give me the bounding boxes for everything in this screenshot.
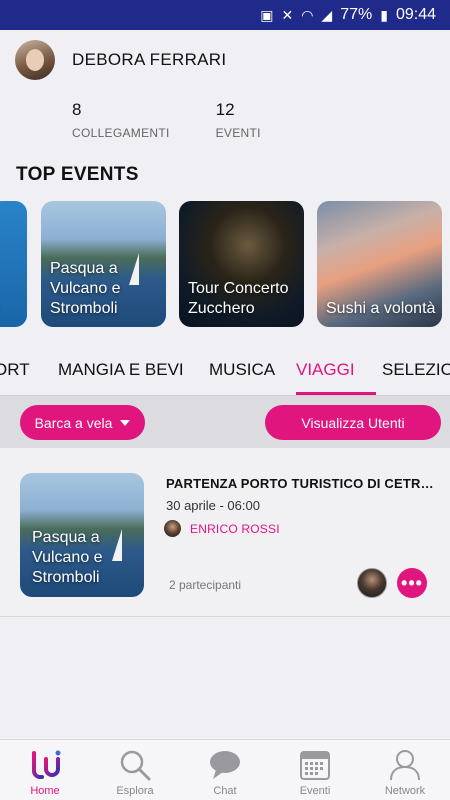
nav-label: Eventi bbox=[299, 785, 331, 797]
nav-home[interactable]: Home bbox=[0, 740, 90, 800]
event-card[interactable]: Tour Concerto Zucchero bbox=[179, 201, 304, 327]
status-bar: ▣ ✕ ◠ ◢ 77% ▮ 09:44 bbox=[0, 0, 450, 30]
nav-label: Network bbox=[384, 785, 426, 797]
signal-icon: ◢ bbox=[321, 6, 333, 23]
stat-value: 8 bbox=[72, 100, 82, 119]
tab-viaggi[interactable]: VIAGGI bbox=[296, 360, 355, 380]
stat-label: COLLEGAMENTI bbox=[72, 126, 170, 140]
tab-selezione[interactable]: SELEZIO bbox=[382, 360, 450, 380]
stat-label: EVENTI bbox=[215, 126, 261, 140]
event-card[interactable]: o bbox=[0, 201, 27, 327]
list-item[interactable]: Pasqua a Vulcano e Stromboli PARTENZA PO… bbox=[0, 449, 450, 617]
more-participants-button[interactable]: ••• bbox=[397, 568, 427, 598]
event-card[interactable]: Pasqua a Vulcano e Stromboli bbox=[41, 201, 166, 327]
organizer[interactable]: ENRICO ROSSI bbox=[164, 520, 280, 537]
event-card-title: Sushi a volontà bbox=[326, 300, 436, 317]
clock: 09:44 bbox=[395, 6, 436, 23]
event-card-title: Pasqua a Vulcano e Stromboli bbox=[50, 260, 121, 317]
search-icon bbox=[119, 748, 151, 782]
notification-icon: ▣ bbox=[260, 6, 274, 23]
event-card-title: Pasqua a Vulcano e Stromboli bbox=[32, 529, 103, 586]
battery-level: 77% bbox=[340, 6, 373, 23]
avatar[interactable] bbox=[15, 40, 55, 80]
nav-network[interactable]: Network bbox=[360, 740, 450, 800]
user-name: DEBORA FERRARI bbox=[72, 50, 227, 69]
top-events-carousel[interactable]: o Pasqua a Vulcano e Stromboli Tour Conc… bbox=[0, 201, 450, 327]
chat-bubble-icon bbox=[209, 748, 241, 782]
nav-label: Home bbox=[30, 785, 60, 797]
category-dropdown[interactable]: Barca a vela bbox=[20, 405, 145, 440]
tu-logo-icon bbox=[28, 748, 62, 782]
calendar-icon bbox=[299, 748, 331, 782]
view-users-button[interactable]: Visualizza Utenti bbox=[265, 405, 441, 440]
mute-icon: ✕ bbox=[281, 6, 294, 23]
organizer-avatar bbox=[164, 520, 181, 537]
stat-events[interactable]: 12 EVENTI bbox=[216, 100, 261, 140]
nav-eventi[interactable]: Eventi bbox=[270, 740, 360, 800]
event-card[interactable]: Sushi a volontà bbox=[317, 201, 442, 327]
tab-musica[interactable]: MUSICA bbox=[209, 360, 275, 380]
chevron-down-icon bbox=[120, 419, 131, 426]
battery-icon: ▮ bbox=[380, 6, 388, 23]
nav-label: Esplora bbox=[116, 785, 154, 797]
section-title: TOP EVENTS bbox=[16, 164, 139, 185]
profile-header[interactable]: DEBORA FERRARI bbox=[15, 40, 226, 80]
participant-avatar[interactable] bbox=[357, 568, 387, 598]
organizer-name: ENRICO ROSSI bbox=[190, 521, 280, 536]
event-title: PARTENZA PORTO TURISTICO DI CETRARO bbox=[166, 476, 436, 491]
event-thumbnail[interactable]: Pasqua a Vulcano e Stromboli bbox=[20, 473, 144, 597]
tab-sport[interactable]: ORT bbox=[0, 360, 30, 380]
nav-label: Chat bbox=[213, 785, 237, 797]
event-card-title: Tour Concerto Zucchero bbox=[188, 280, 289, 317]
wifi-icon: ◠ bbox=[301, 6, 314, 23]
event-date: 30 aprile - 06:00 bbox=[166, 498, 260, 513]
nav-chat[interactable]: Chat bbox=[180, 740, 270, 800]
person-icon bbox=[389, 748, 421, 782]
participants-count: 2 partecipanti bbox=[169, 578, 242, 592]
stat-value: 12 bbox=[215, 100, 235, 119]
stat-connections[interactable]: 8 COLLEGAMENTI bbox=[72, 100, 170, 140]
category-tabs[interactable]: ORT MANGIA E BEVI MUSICA VIAGGI SELEZIO bbox=[0, 340, 450, 395]
tab-mangia-e-bevi[interactable]: MANGIA E BEVI bbox=[58, 360, 184, 380]
dropdown-value: Barca a vela bbox=[34, 414, 113, 431]
bottom-navigation: Home Esplora Chat Eventi Network bbox=[0, 739, 450, 800]
profile-stats: 8 COLLEGAMENTI 12 EVENTI bbox=[72, 100, 261, 140]
nav-esplora[interactable]: Esplora bbox=[90, 740, 180, 800]
filter-bar: Barca a vela Visualizza Utenti bbox=[0, 395, 450, 448]
